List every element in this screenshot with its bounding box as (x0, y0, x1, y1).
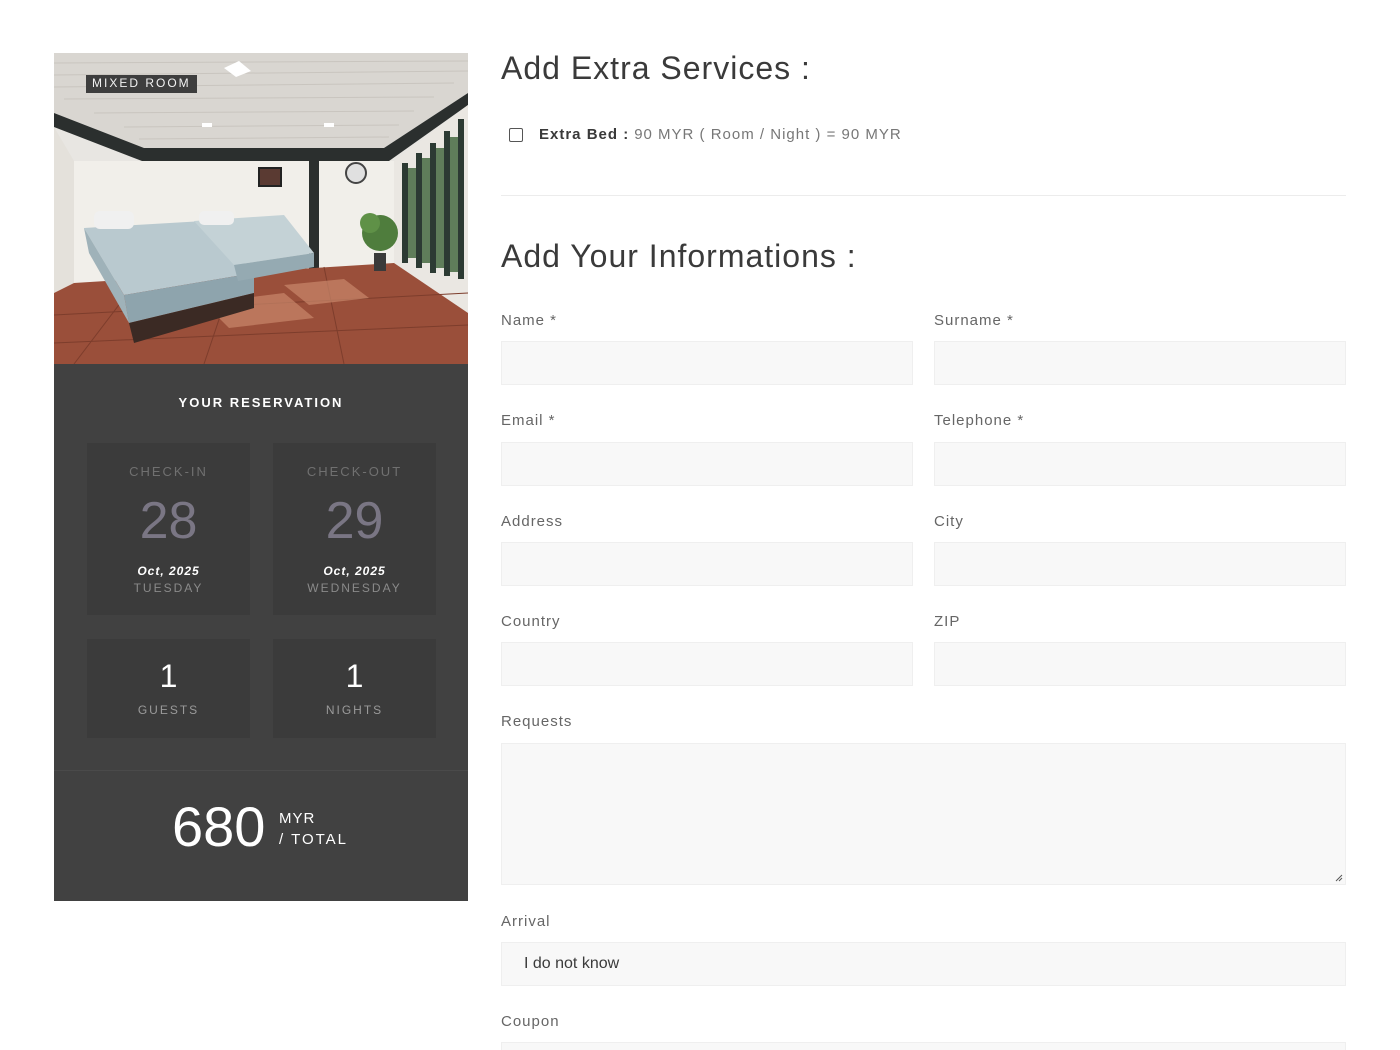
telephone-label: Telephone * (934, 412, 1025, 429)
checkout-day: 29 (325, 492, 384, 550)
section-divider (501, 195, 1346, 196)
room-photo: MIXED ROOM (54, 53, 468, 364)
telephone-input[interactable] (934, 442, 1346, 486)
arrival-label: Arrival (501, 913, 551, 930)
extra-bed-checkbox[interactable] (509, 127, 523, 142)
checkin-day: 28 (139, 492, 198, 550)
guests-label: GUESTS (137, 703, 200, 717)
checkout-weekday: WEDNESDAY (307, 581, 402, 595)
reservation-title: YOUR RESERVATION (178, 395, 344, 410)
guests-count: 1 (159, 658, 178, 694)
arrival-select[interactable]: I do not know (501, 942, 1346, 986)
informations-heading: Add Your Informations : (501, 238, 857, 274)
email-label: Email * (501, 412, 556, 429)
name-label: Name * (501, 312, 558, 329)
resize-grip-icon[interactable] (1335, 874, 1343, 882)
extra-services-heading: Add Extra Services : (501, 50, 811, 86)
coupon-input[interactable] (501, 1042, 1346, 1050)
total-currency: MYR (279, 810, 316, 827)
requests-label: Requests (501, 713, 573, 730)
guests-box: 1 GUESTS (87, 639, 250, 738)
requests-textarea[interactable] (501, 743, 1346, 885)
city-label: City (934, 513, 964, 530)
surname-label: Surname * (934, 312, 1014, 329)
checkout-month: Oct, 2025 (323, 564, 386, 578)
address-label: Address (501, 513, 564, 530)
checkin-month: Oct, 2025 (137, 564, 200, 578)
address-input[interactable] (501, 542, 913, 586)
zip-label: ZIP (934, 613, 961, 630)
country-input[interactable] (501, 642, 913, 686)
surname-input[interactable] (934, 341, 1346, 385)
checkin-weekday: TUESDAY (133, 581, 204, 595)
total-per-label: / TOTAL (279, 831, 349, 848)
checkout-label: CHECK-OUT (306, 464, 403, 479)
total-price-strip: 680 MYR / TOTAL (54, 770, 468, 901)
nights-box: 1 NIGHTS (273, 639, 436, 738)
nights-count: 1 (345, 658, 364, 694)
nights-label: NIGHTS (325, 703, 384, 717)
arrival-selected-value: I do not know (524, 955, 620, 972)
extra-bed-price: 90 MYR ( Room / Night ) = 90 MYR (634, 126, 902, 143)
zip-input[interactable] (934, 642, 1346, 686)
room-type-tag: MIXED ROOM (86, 75, 197, 93)
email-input[interactable] (501, 442, 913, 486)
name-input[interactable] (501, 341, 913, 385)
coupon-label: Coupon (501, 1013, 560, 1030)
checkout-box: CHECK-OUT 29 Oct, 2025 WEDNESDAY (273, 443, 436, 615)
checkin-box: CHECK-IN 28 Oct, 2025 TUESDAY (87, 443, 250, 615)
room-image (54, 53, 468, 364)
checkin-label: CHECK-IN (129, 464, 208, 479)
extra-service-item: Extra Bed : 90 MYR ( Room / Night ) = 90… (509, 126, 902, 143)
reservation-card: MIXED ROOM YOUR RESERVATION CHECK-IN 28 … (54, 53, 468, 901)
city-input[interactable] (934, 542, 1346, 586)
extra-bed-name: Extra Bed : (539, 126, 630, 143)
total-price: 680 (172, 795, 266, 858)
country-label: Country (501, 613, 561, 630)
